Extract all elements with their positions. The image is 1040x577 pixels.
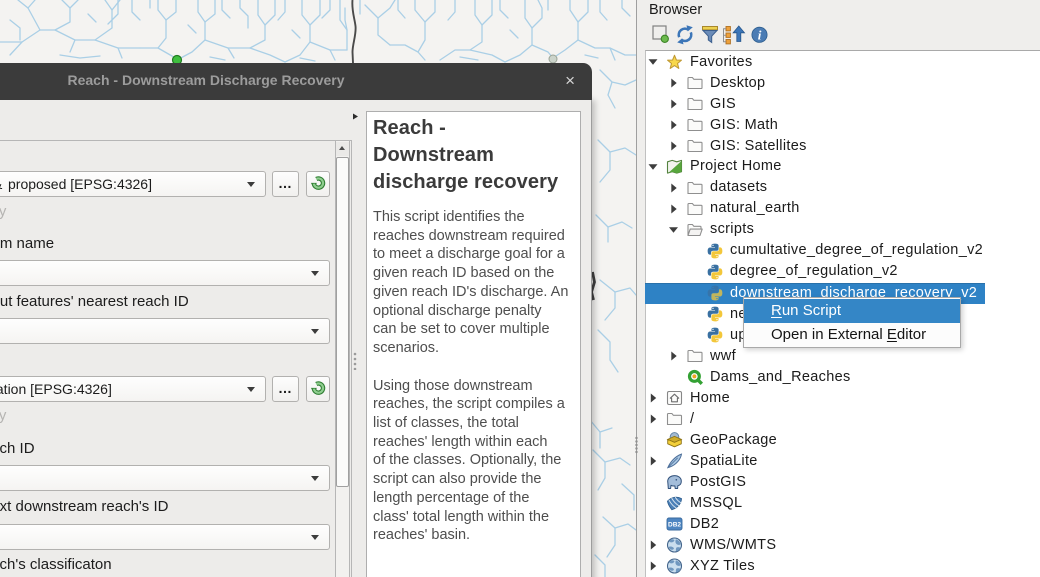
svg-text:i: i <box>758 28 762 43</box>
